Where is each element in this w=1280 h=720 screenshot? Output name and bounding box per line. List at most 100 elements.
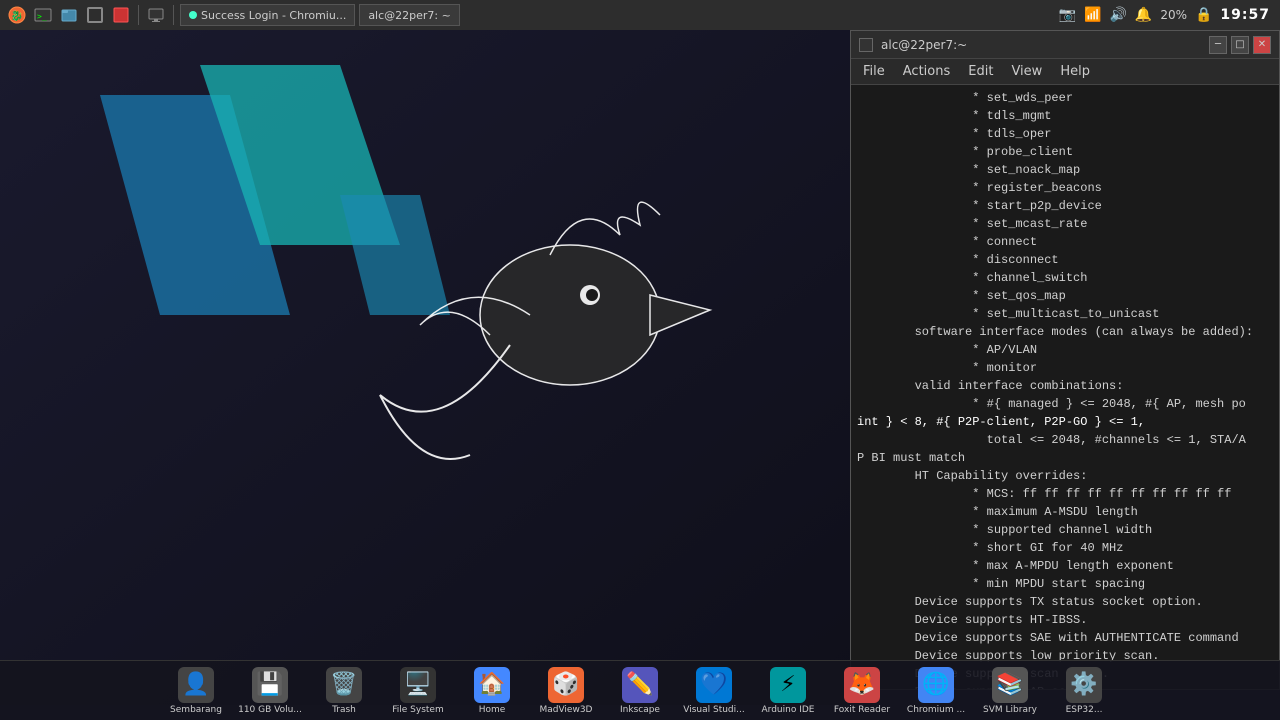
dock-icon-2: 🗑️ [326, 667, 362, 703]
taskbar-monitor-icon[interactable] [145, 4, 167, 26]
dock-icon-9: 🦊 [844, 667, 880, 703]
menu-file[interactable]: File [855, 62, 893, 81]
terminal-line: Device supports SAE with AUTHENTICATE co… [857, 629, 1273, 647]
taskbar-square-icon[interactable] [84, 4, 106, 26]
camera-icon[interactable]: 📷 [1059, 7, 1076, 23]
battery-display: 20% [1160, 8, 1187, 22]
terminal-minimize-btn[interactable]: ─ [1209, 36, 1227, 54]
dock-item-esp32---[interactable]: ⚙️ ESP32... [1049, 665, 1119, 717]
menu-edit[interactable]: Edit [960, 62, 1001, 81]
terminal-line: * set_multicast_to_unicast [857, 305, 1273, 323]
taskbar-terminal-btn[interactable]: alc@22per7: ~ [359, 4, 460, 26]
dock-item-arduino-ide[interactable]: ⚡ Arduino IDE [753, 665, 823, 717]
terminal-line: * set_wds_peer [857, 89, 1273, 107]
terminal-window: alc@22per7:~ ─ □ ✕ File Actions Edit Vie… [850, 30, 1280, 690]
terminal-line: P BI must match [857, 449, 1273, 467]
taskbar-chromium-btn[interactable]: Success Login - Chromiu... [180, 4, 355, 26]
dock-label-10: Chromium ... [907, 705, 965, 715]
dock-icon-7: 💙 [696, 667, 732, 703]
terminal-line: * max A-MPDU length exponent [857, 557, 1273, 575]
terminal-line: Device supports TX status socket option. [857, 593, 1273, 611]
menu-actions[interactable]: Actions [895, 62, 959, 81]
terminal-line: * short GI for 40 MHz [857, 539, 1273, 557]
terminal-content[interactable]: * set_wds_peer * tdls_mgmt * tdls_oper *… [851, 85, 1279, 689]
dock-item-home[interactable]: 🏠 Home [457, 665, 527, 717]
terminal-line: * connect [857, 233, 1273, 251]
dock-item-madview3d[interactable]: 🎲 MadView3D [531, 665, 601, 717]
terminal-line: * AP/VLAN [857, 341, 1273, 359]
desktop: 🐉 >_ [0, 0, 1280, 720]
dock-label-4: Home [479, 705, 506, 715]
terminal-line: * set_noack_map [857, 161, 1273, 179]
terminal-line: Device supports HT-IBSS. [857, 611, 1273, 629]
terminal-line: * set_qos_map [857, 287, 1273, 305]
dock-icon-3: 🖥️ [400, 667, 436, 703]
dock-icon-10: 🌐 [918, 667, 954, 703]
terminal-maximize-btn[interactable]: □ [1231, 36, 1249, 54]
taskbar-left: 🐉 >_ [0, 4, 466, 26]
taskbar-sep1 [138, 5, 139, 25]
taskbar-top: 🐉 >_ [0, 0, 1280, 30]
dock-item-file-system[interactable]: 🖥️ File System [383, 665, 453, 717]
terminal-line: * channel_switch [857, 269, 1273, 287]
desktop-background [0, 0, 850, 720]
dock-item-sembarang[interactable]: 👤Sembarang [161, 665, 231, 717]
svg-text:>_: >_ [37, 12, 47, 21]
dock-item-chromium----[interactable]: 🌐 Chromium ... [901, 665, 971, 717]
terminal-titlebar: alc@22per7:~ ─ □ ✕ [851, 31, 1279, 59]
terminal-title-left: alc@22per7:~ [859, 38, 967, 52]
wifi-icon[interactable]: 📶 [1084, 7, 1101, 23]
terminal-line: total <= 2048, #channels <= 1, STA/A [857, 431, 1273, 449]
dock-item-trash[interactable]: 🗑️Trash [309, 665, 379, 717]
taskbar-dragon-icon[interactable]: 🐉 [6, 4, 28, 26]
terminal-title: alc@22per7:~ [881, 38, 967, 52]
svg-text:🐉: 🐉 [11, 9, 23, 22]
taskbar-right-area: 📷 📶 🔊 🔔 20% 🔒 19:57 [466, 7, 1280, 23]
taskbar-terminal-icon[interactable]: >_ [32, 4, 54, 26]
dock-icon-5: 🎲 [548, 667, 584, 703]
menu-help[interactable]: Help [1052, 62, 1098, 81]
menu-view[interactable]: View [1003, 62, 1050, 81]
dock-label-8: Arduino IDE [762, 705, 815, 715]
terminal-line: * monitor [857, 359, 1273, 377]
taskbar-files-icon[interactable] [58, 4, 80, 26]
terminal-line: * probe_client [857, 143, 1273, 161]
dock-item-svm-library[interactable]: 📚 SVM Library [975, 665, 1045, 717]
dock-label-12: ESP32... [1066, 705, 1103, 715]
dock-icon-0: 👤 [178, 667, 214, 703]
dock-icon-8: ⚡ [770, 667, 806, 703]
terminal-line: valid interface combinations: [857, 377, 1273, 395]
terminal-checkbox[interactable] [859, 38, 873, 52]
time-display: 19:57 [1220, 7, 1270, 23]
terminal-line: int } < 8, #{ P2P-client, P2P-GO } <= 1, [857, 413, 1273, 431]
taskbar-bottom: 👤Sembarang💾110 GB Volu...🗑️Trash 🖥️ File S… [0, 660, 1280, 720]
terminal-line: * tdls_oper [857, 125, 1273, 143]
dock-item-foxit-reader[interactable]: 🦊Foxit Reader [827, 665, 897, 717]
lock-icon[interactable]: 🔒 [1195, 7, 1212, 23]
terminal-line: * tdls_mgmt [857, 107, 1273, 125]
bell-icon[interactable]: 🔔 [1135, 7, 1152, 23]
dock-icon-6: ✏️ [622, 667, 658, 703]
dock-label-3: File System [392, 705, 443, 715]
terminal-line: * disconnect [857, 251, 1273, 269]
terminal-line: * #{ managed } <= 2048, #{ AP, mesh po [857, 395, 1273, 413]
speaker-icon[interactable]: 🔊 [1109, 7, 1126, 23]
terminal-win-controls: ─ □ ✕ [1209, 36, 1271, 54]
dock-item-inkscape[interactable]: ✏️Inkscape [605, 665, 675, 717]
terminal-close-btn[interactable]: ✕ [1253, 36, 1271, 54]
terminal-line: * start_p2p_device [857, 197, 1273, 215]
dock-icon-12: ⚙️ [1066, 667, 1102, 703]
dock-item-visual-studi---[interactable]: 💙Visual Studi... [679, 665, 749, 717]
dock-label-11: SVM Library [983, 705, 1037, 715]
dock-icon-11: 📚 [992, 667, 1028, 703]
terminal-menubar: File Actions Edit View Help [851, 59, 1279, 85]
dock-label-5: MadView3D [539, 705, 592, 715]
taskbar-red-icon[interactable] [110, 4, 132, 26]
dock-icon-1: 💾 [252, 667, 288, 703]
terminal-line: * set_mcast_rate [857, 215, 1273, 233]
terminal-line: * supported channel width [857, 521, 1273, 539]
dock-item-110-gb-volu---[interactable]: 💾110 GB Volu... [235, 665, 305, 717]
terminal-line: HT Capability overrides: [857, 467, 1273, 485]
terminal-line: * min MPDU start spacing [857, 575, 1273, 593]
dock-icon-4: 🏠 [474, 667, 510, 703]
